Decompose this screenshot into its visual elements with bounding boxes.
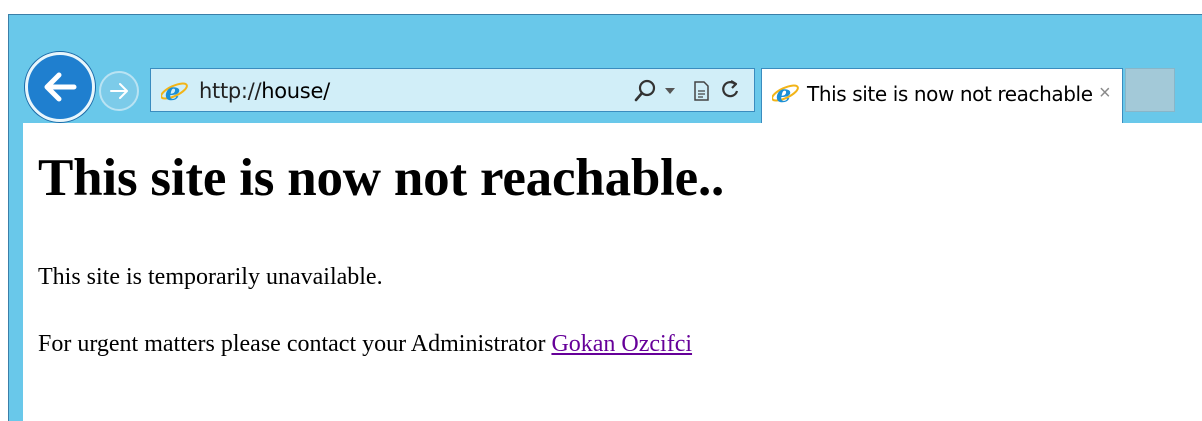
tab-title: This site is now not reachable: [807, 82, 1093, 106]
browser-window: e http://house/ e This site is now not r…: [8, 14, 1202, 421]
admin-link[interactable]: Gokan Ozcifci: [551, 331, 692, 357]
close-tab-icon[interactable]: ×: [1099, 82, 1111, 105]
page-heading: This site is now not reachable..: [38, 149, 725, 207]
tab-active[interactable]: e This site is now not reachable ×: [761, 68, 1123, 124]
url-host: house/: [261, 79, 330, 103]
contact-message: For urgent matters please contact your A…: [38, 331, 692, 358]
address-bar[interactable]: e http://house/: [150, 68, 755, 112]
forward-arrow-icon: [110, 83, 128, 99]
svg-text:e: e: [165, 78, 180, 104]
unavailable-message: This site is temporarily unavailable.: [38, 264, 383, 290]
search-icon[interactable]: [634, 79, 656, 103]
contact-text: For urgent matters please contact your A…: [38, 331, 546, 357]
internet-explorer-icon: e: [161, 78, 188, 104]
back-arrow-icon: [44, 72, 77, 102]
compatibility-view-icon[interactable]: [691, 80, 711, 102]
page-content: This site is now not reachable.. This si…: [23, 123, 1202, 421]
internet-explorer-icon: e: [772, 80, 799, 106]
new-tab-button[interactable]: [1125, 68, 1175, 112]
url-prefix: http://: [199, 79, 262, 103]
back-button[interactable]: [25, 52, 95, 122]
refresh-icon[interactable]: [720, 79, 740, 101]
svg-text:e: e: [776, 80, 791, 106]
chevron-down-icon[interactable]: [664, 87, 676, 95]
url-text[interactable]: http://house/: [199, 79, 330, 103]
forward-button[interactable]: [99, 71, 139, 111]
